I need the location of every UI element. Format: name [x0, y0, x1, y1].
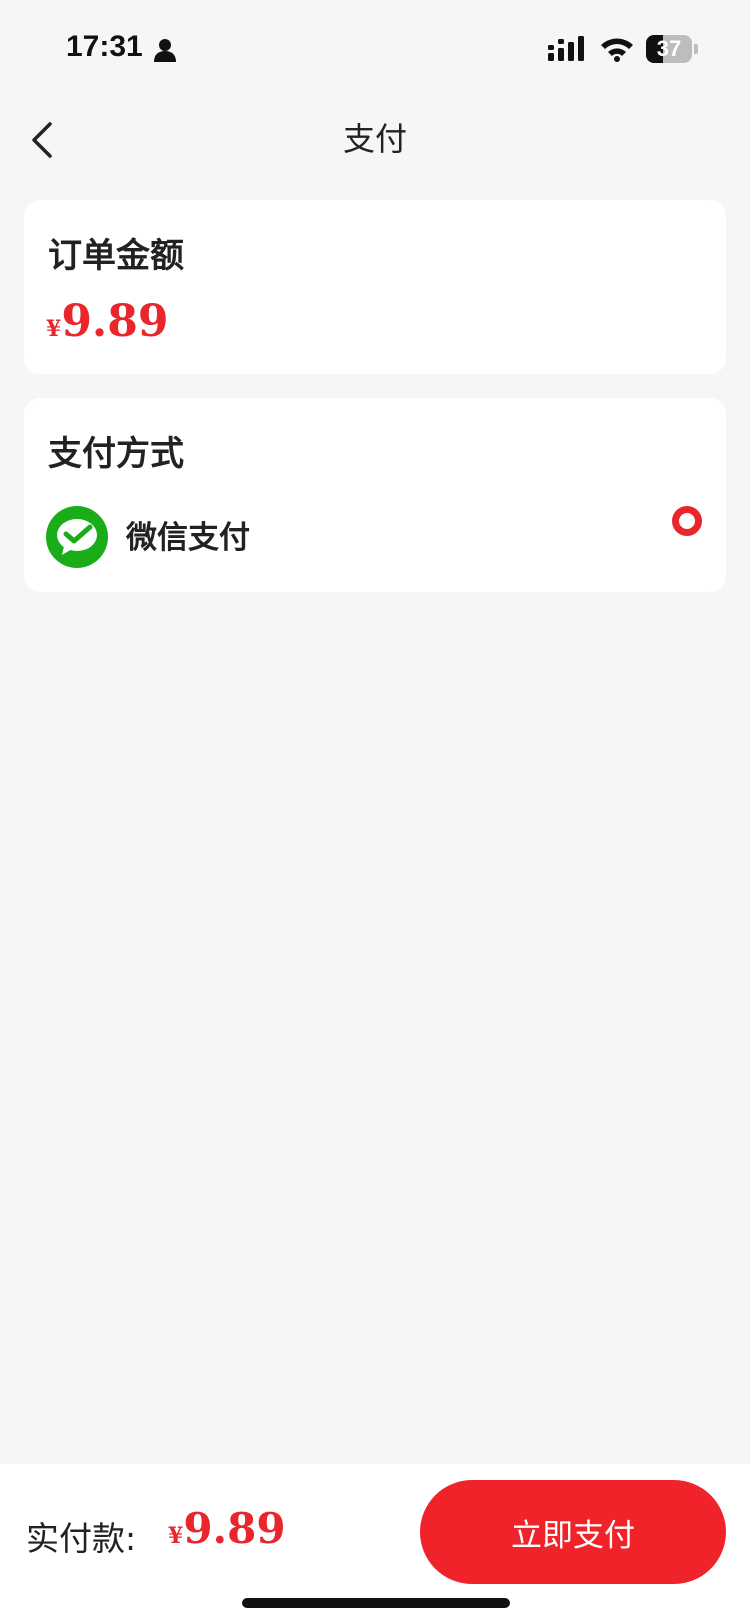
actual-payment-label: 实付款: [26, 1519, 137, 1558]
battery-icon: 37 [646, 35, 698, 63]
nav-bar: 支付 [0, 96, 750, 188]
status-bar: 17:31 37 [0, 0, 750, 96]
battery-level: 37 [656, 36, 682, 61]
payment-method-title: 支付方式 [48, 434, 184, 474]
order-amount-title: 订单金额 [48, 236, 184, 276]
wifi-icon [601, 38, 633, 62]
signal-icon [548, 36, 584, 61]
person-icon [154, 39, 176, 62]
wechat-pay-icon [46, 506, 108, 568]
order-amount-value: 9.89 [61, 296, 169, 347]
currency-symbol: ¥ [46, 316, 62, 342]
actual-payment-value: 9.89 [183, 1504, 286, 1553]
home-indicator[interactable] [242, 1598, 510, 1608]
payment-option-label: 微信支付 [126, 520, 250, 556]
page-title: 支付 [342, 120, 407, 158]
currency-symbol: ¥ [168, 1523, 184, 1549]
payment-option-wechat[interactable]: 微信支付 [24, 506, 726, 570]
payment-screen: 17:31 37 支付 订单金额 ¥9.89 支付方式 微信支付 实付款: ¥9… [0, 0, 750, 1623]
radio-selected[interactable] [672, 506, 702, 536]
order-amount-card: 订单金额 ¥9.89 [24, 200, 726, 374]
bottom-pay-bar: 实付款: ¥9.89 立即支付 [0, 1464, 750, 1623]
actual-payment-amount: ¥9.89 [168, 1504, 286, 1553]
pay-now-button[interactable]: 立即支付 [420, 1480, 726, 1584]
order-amount: ¥9.89 [46, 296, 168, 347]
payment-method-card: 支付方式 微信支付 [24, 398, 726, 592]
status-time: 17:31 [66, 30, 143, 63]
